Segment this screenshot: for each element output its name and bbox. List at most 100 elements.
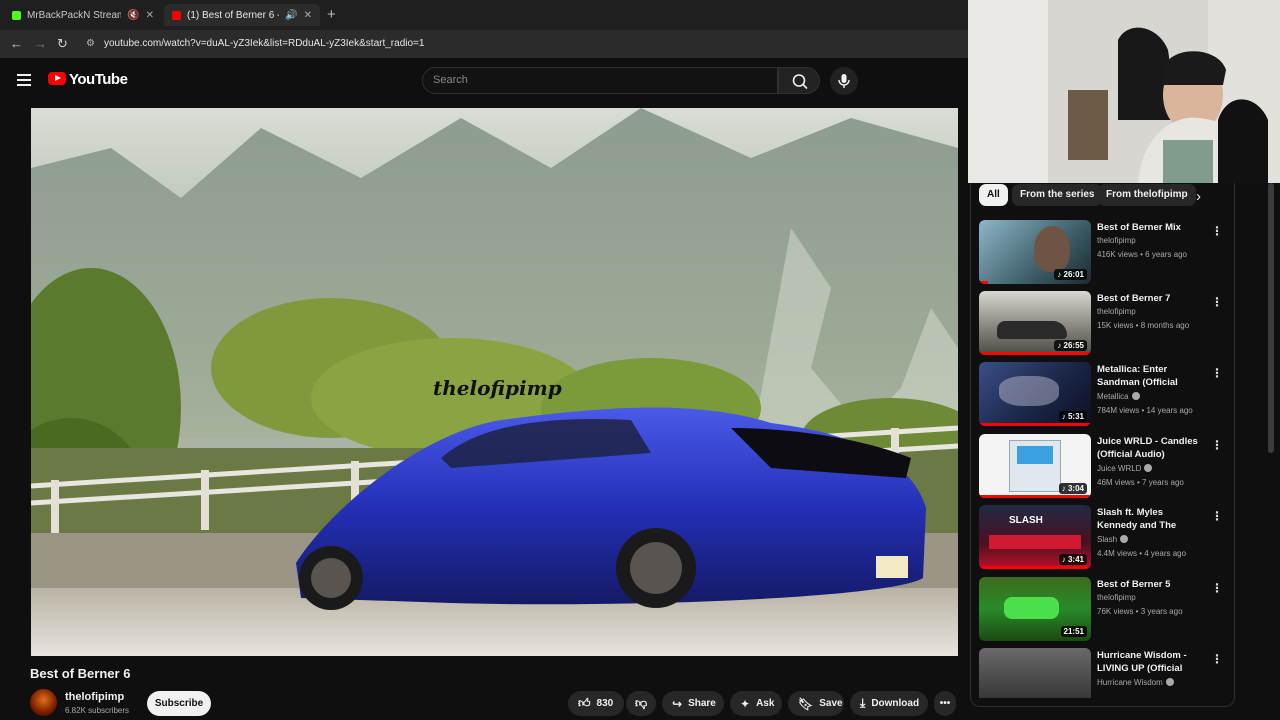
ask-label: Ask — [756, 698, 775, 709]
menu-icon[interactable] — [17, 74, 31, 89]
duration-badge: ♪ 3:04 — [1058, 483, 1087, 494]
share-button[interactable]: ↪ Share — [662, 691, 724, 716]
list-item[interactable]: Hurricane Wisdom - LIVING UP (Official M… — [979, 648, 1229, 698]
voice-search-button[interactable] — [830, 67, 858, 95]
dislike-button[interactable]: 👎︎ — [626, 691, 656, 716]
video-thumbnail[interactable] — [979, 648, 1091, 698]
more-horizontal-icon: ••• — [939, 698, 951, 709]
save-button[interactable]: 🔖︎ Save — [788, 691, 844, 716]
bookmark-icon: 🔖︎ — [798, 696, 814, 711]
video-title[interactable]: Best of Berner Mix — [1097, 221, 1205, 234]
scrollbar[interactable] — [1268, 183, 1274, 453]
more-vertical-icon[interactable]: ⋮ — [1211, 581, 1223, 595]
speaker-icon[interactable]: 🔊 — [285, 10, 297, 21]
chip-from-channel[interactable]: From thelofipimp — [1098, 184, 1196, 206]
download-button[interactable]: ⤓ Download — [850, 691, 928, 716]
verified-icon — [1144, 464, 1153, 472]
more-vertical-icon[interactable]: ⋮ — [1211, 224, 1223, 238]
chevron-right-icon[interactable]: › — [1196, 188, 1201, 205]
thumbs-up-icon: 👍︎ — [578, 696, 591, 710]
watch-progress-bar — [979, 495, 1091, 498]
watch-progress-bar — [979, 423, 1091, 426]
duration-badge: ♪ 26:01 — [1054, 269, 1087, 280]
channel-name: thelofipimp — [1097, 307, 1136, 316]
list-item[interactable]: ♪ 3:04 Juice WRLD - Candles (Official Au… — [979, 434, 1229, 500]
close-tab-icon[interactable]: ✕ — [304, 10, 312, 21]
channel-name[interactable]: thelofipimp — [65, 691, 124, 703]
close-tab-icon[interactable]: ✕ — [146, 10, 154, 21]
thumbs-down-icon: 👎︎ — [635, 696, 648, 710]
video-title[interactable]: Best of Berner 7 — [1097, 292, 1205, 305]
chip-all[interactable]: All — [979, 184, 1008, 206]
verified-icon — [1120, 535, 1129, 543]
video-title[interactable]: Metallica: Enter Sandman (Official Music… — [1097, 363, 1205, 390]
save-label: Save — [819, 698, 843, 709]
video-title[interactable]: Slash ft. Myles Kennedy and The Conspira… — [1097, 506, 1205, 533]
video-title[interactable]: Juice WRLD - Candles (Official Audio) — [1097, 435, 1205, 461]
list-item[interactable]: SLASH ♪ 3:41 Slash ft. Myles Kennedy and… — [979, 505, 1229, 571]
channel-name: Hurricane Wisdom — [1097, 678, 1174, 687]
browser-tab-bar: MrBackPackN Stream - Wat 🔇 ✕ (1) Best of… — [0, 0, 968, 30]
more-vertical-icon[interactable]: ⋮ — [1211, 366, 1223, 380]
video-thumbnail[interactable]: 21:51 — [979, 577, 1091, 641]
video-title[interactable]: Best of Berner 5 — [1097, 578, 1205, 591]
reload-icon[interactable]: ↻ — [57, 36, 68, 52]
share-label: Share — [688, 698, 716, 709]
video-thumbnail[interactable]: ♪ 26:55 — [979, 291, 1091, 355]
more-vertical-icon[interactable]: ⋮ — [1211, 652, 1223, 666]
duration-badge: ♪ 26:55 — [1054, 340, 1087, 351]
like-button[interactable]: 👍︎ 830 — [568, 691, 624, 716]
back-icon[interactable]: ← — [10, 36, 23, 51]
video-meta: 46M views • 7 years ago — [1097, 478, 1184, 487]
channel-name: thelofipimp — [1097, 593, 1136, 602]
video-player[interactable]: thelofipimp — [31, 108, 958, 656]
more-actions-button[interactable]: ••• — [934, 691, 956, 716]
list-item[interactable]: ♪ 26:01 Best of Berner Mix thelofipimp 4… — [979, 220, 1229, 286]
video-watermark: thelofipimp — [433, 376, 562, 400]
search-button[interactable] — [778, 67, 820, 94]
video-meta: 76K views • 3 years ago — [1097, 607, 1183, 616]
list-item[interactable]: 21:51 Best of Berner 5 thelofipimp 76K v… — [979, 577, 1229, 643]
new-tab-icon[interactable]: + — [327, 6, 336, 23]
tab-youtube[interactable]: (1) Best of Berner 6 - YouTu 🔊 ✕ — [164, 4, 320, 26]
video-title[interactable]: Hurricane Wisdom - LIVING UP (Official M… — [1097, 649, 1205, 676]
duration-badge: ♪ 3:41 — [1058, 554, 1087, 565]
youtube-logo-icon[interactable] — [48, 72, 66, 85]
channel-name: Juice WRLD — [1097, 464, 1153, 473]
forward-icon[interactable]: → — [34, 36, 47, 51]
chip-from-the-series[interactable]: From the series — [1012, 184, 1103, 206]
like-count: 830 — [596, 698, 614, 709]
youtube-favicon-icon — [172, 10, 181, 20]
video-thumbnail[interactable]: ♪ 5:31 — [979, 362, 1091, 426]
video-thumbnail[interactable]: ♪ 3:04 — [979, 434, 1091, 498]
list-item[interactable]: ♪ 26:55 Best of Berner 7 thelofipimp 15K… — [979, 291, 1229, 357]
channel-name: Slash — [1097, 535, 1129, 544]
duration-badge: ♪ 5:31 — [1058, 411, 1087, 422]
channel-avatar[interactable] — [30, 689, 57, 716]
verified-icon — [1165, 678, 1174, 686]
verified-icon — [1131, 392, 1140, 400]
more-vertical-icon[interactable]: ⋮ — [1211, 509, 1223, 523]
duration-badge: 21:51 — [1060, 626, 1087, 637]
video-thumbnail[interactable]: SLASH ♪ 3:41 — [979, 505, 1091, 569]
share-icon: ↪ — [672, 696, 683, 711]
site-settings-icon[interactable]: ⚙ — [86, 38, 95, 49]
download-icon: ⤓ — [860, 696, 866, 710]
more-vertical-icon[interactable]: ⋮ — [1211, 438, 1223, 452]
list-item[interactable]: ♪ 5:31 Metallica: Enter Sandman (Officia… — [979, 362, 1229, 428]
url-field[interactable]: youtube.com/watch?v=duAL-yZ3Iek&list=RDd… — [104, 38, 424, 49]
muted-speaker-icon[interactable]: 🔇 — [127, 10, 139, 21]
more-vertical-icon[interactable]: ⋮ — [1211, 295, 1223, 309]
ask-button[interactable]: ✦ Ask — [730, 691, 782, 716]
sparkle-icon: ✦ — [740, 696, 751, 711]
download-label: Download — [871, 698, 920, 709]
tab-kick-stream[interactable]: MrBackPackN Stream - Wat 🔇 ✕ — [4, 4, 162, 26]
tab-title: (1) Best of Berner 6 - YouTu — [187, 9, 279, 21]
search-icon — [792, 74, 808, 90]
video-meta: 416K views • 6 years ago — [1097, 250, 1187, 259]
subscribe-button[interactable]: Subscribe — [147, 691, 211, 716]
search-input[interactable]: Search — [422, 67, 778, 94]
youtube-logo-text[interactable]: YouTube — [69, 71, 128, 88]
video-thumbnail[interactable]: ♪ 26:01 — [979, 220, 1091, 284]
channel-name: Metallica — [1097, 392, 1140, 401]
